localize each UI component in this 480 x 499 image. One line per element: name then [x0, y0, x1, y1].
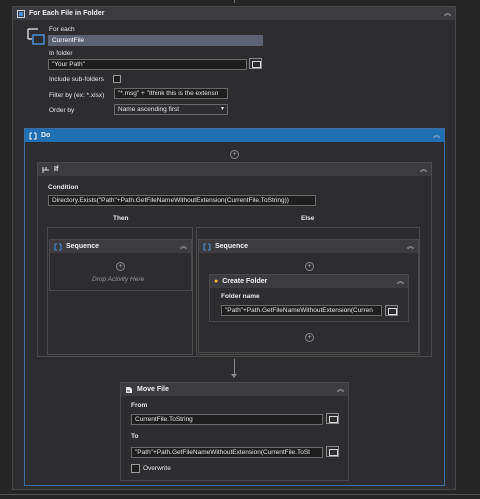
- order-by-value: Name ascending first: [118, 106, 180, 113]
- in-folder-label: In folder: [49, 50, 73, 57]
- browse-folder-icon[interactable]: [249, 58, 262, 69]
- do-header[interactable]: Do: [25, 129, 444, 142]
- if-branch-icon: [42, 166, 49, 173]
- to-field[interactable]: "Path"+Path.GetFileNameWithoutExtension(…: [131, 447, 323, 458]
- create-folder-title: Create Folder: [222, 278, 268, 285]
- add-activity-icon[interactable]: +: [305, 333, 314, 342]
- drop-activity-hint: Drop Activity Here: [92, 276, 145, 283]
- arrow-down-icon: [231, 374, 237, 378]
- then-sequence-title: Sequence: [66, 243, 100, 250]
- foreach-header[interactable]: For Each File in Folder: [13, 7, 455, 20]
- if-title: If: [54, 166, 59, 173]
- browse-folder-icon[interactable]: [385, 305, 398, 316]
- do-collapse-icon[interactable]: ︽: [432, 131, 441, 140]
- bottom-divider: [0, 494, 480, 495]
- overwrite-label: Overwrite: [143, 465, 171, 472]
- else-sequence-title: Sequence: [215, 243, 249, 250]
- do-title: Do: [41, 132, 51, 139]
- from-label: From: [131, 402, 148, 409]
- for-each-label: For each: [49, 26, 75, 33]
- order-by-dropdown[interactable]: Name ascending first ▾: [114, 104, 228, 115]
- if-collapse-icon[interactable]: ︽: [419, 165, 428, 174]
- folder-name-field[interactable]: "Path"+Path.GetFileNameWithoutExtension(…: [221, 305, 382, 316]
- filter-label: Filter by (ex: *.xlsx): [49, 92, 105, 99]
- from-field[interactable]: CurrentFile.ToString: [131, 414, 323, 425]
- else-label: Else: [301, 215, 315, 222]
- top-connector: [234, 0, 235, 3]
- add-activity-icon[interactable]: +: [230, 150, 239, 159]
- overwrite-checkbox[interactable]: [131, 464, 140, 473]
- include-subfolders-label: Include sub-folders: [49, 76, 104, 83]
- sequence-icon: [54, 243, 62, 250]
- else-sequence-header[interactable]: Sequence: [199, 240, 418, 253]
- if-header[interactable]: If: [38, 163, 431, 176]
- sequence-icon: [203, 243, 211, 250]
- condition-label: Condition: [48, 184, 79, 191]
- add-activity-icon[interactable]: +: [116, 262, 125, 271]
- move-file-header[interactable]: Move File: [121, 383, 348, 396]
- create-folder-collapse-icon[interactable]: ︽: [396, 277, 405, 286]
- move-file-icon: [126, 386, 132, 393]
- order-by-label: Order by: [49, 107, 75, 114]
- in-folder-field[interactable]: "Your Path": [48, 59, 247, 70]
- move-file-collapse-icon[interactable]: ︽: [336, 385, 345, 394]
- star-icon: ●: [214, 278, 219, 285]
- chevron-down-icon: ▾: [220, 106, 224, 112]
- foreach-collapse-icon[interactable]: ︽: [443, 9, 452, 18]
- add-activity-icon[interactable]: +: [305, 262, 314, 271]
- condition-field[interactable]: Directory.Exists("Path"+Path.GetFileName…: [48, 195, 316, 206]
- foreach-title: For Each File in Folder: [29, 10, 105, 17]
- create-folder-header[interactable]: ● Create Folder: [210, 275, 408, 288]
- to-label: To: [131, 433, 139, 440]
- foreach-icon: [17, 9, 25, 18]
- then-label: Then: [113, 215, 129, 222]
- then-sequence-header[interactable]: Sequence: [50, 240, 191, 253]
- folder-name-label: Folder name: [221, 293, 260, 300]
- move-file-title: Move File: [137, 386, 169, 393]
- sequence-icon: [29, 132, 37, 139]
- for-each-variable-field[interactable]: CurrentFile: [48, 35, 263, 46]
- then-sequence-collapse-icon[interactable]: ︽: [179, 242, 188, 251]
- browse-file-icon[interactable]: [326, 446, 339, 457]
- flow-connector-line: [234, 359, 235, 375]
- include-subfolders-checkbox[interactable]: [113, 75, 121, 83]
- else-sequence-collapse-icon[interactable]: ︽: [406, 242, 415, 251]
- filter-field[interactable]: "*.msg" + "Ithink this is the extensn: [114, 88, 228, 99]
- browse-file-icon[interactable]: [326, 413, 339, 424]
- folder-loop-icon: [27, 28, 45, 45]
